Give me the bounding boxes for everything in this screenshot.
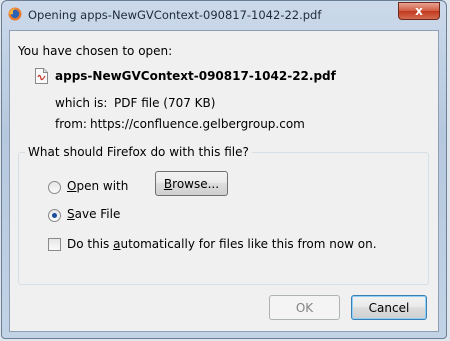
title-bar[interactable]: Opening apps-NewGVContext-090817-1042-22… bbox=[2, 1, 446, 31]
auto-action-label[interactable]: Do this automatically for files like thi… bbox=[67, 237, 377, 251]
pdf-file-icon bbox=[35, 68, 48, 84]
close-button[interactable]: x bbox=[398, 2, 440, 20]
which-is-label: which is: bbox=[55, 96, 108, 110]
window-title: Opening apps-NewGVContext-090817-1042-22… bbox=[28, 8, 322, 22]
file-type-value: PDF file (707 KB) bbox=[114, 96, 216, 110]
dialog-content: You have chosen to open: apps-NewGVConte… bbox=[9, 30, 439, 332]
action-groupbox: What should Firefox do with this file? O… bbox=[18, 145, 429, 285]
save-file-label[interactable]: Save File bbox=[67, 207, 120, 221]
from-label: from: bbox=[55, 117, 87, 131]
open-with-radio[interactable] bbox=[48, 181, 61, 194]
firefox-icon bbox=[8, 7, 22, 21]
open-with-label[interactable]: Open with bbox=[67, 179, 128, 193]
auto-action-checkbox[interactable] bbox=[48, 238, 61, 251]
file-name: apps-NewGVContext-090817-1042-22.pdf bbox=[55, 69, 336, 83]
group-title: What should Firefox do with this file? bbox=[25, 145, 252, 159]
ok-button[interactable]: OK bbox=[269, 295, 340, 320]
save-file-radio[interactable] bbox=[48, 209, 61, 222]
source-url: https://confluence.gelbergroup.com bbox=[90, 117, 305, 131]
cancel-button[interactable]: Cancel bbox=[351, 295, 427, 320]
intro-label: You have chosen to open: bbox=[18, 44, 173, 58]
opening-file-dialog: Opening apps-NewGVContext-090817-1042-22… bbox=[1, 0, 447, 339]
close-icon: x bbox=[415, 4, 423, 18]
browse-button[interactable]: Browse... bbox=[155, 171, 228, 196]
